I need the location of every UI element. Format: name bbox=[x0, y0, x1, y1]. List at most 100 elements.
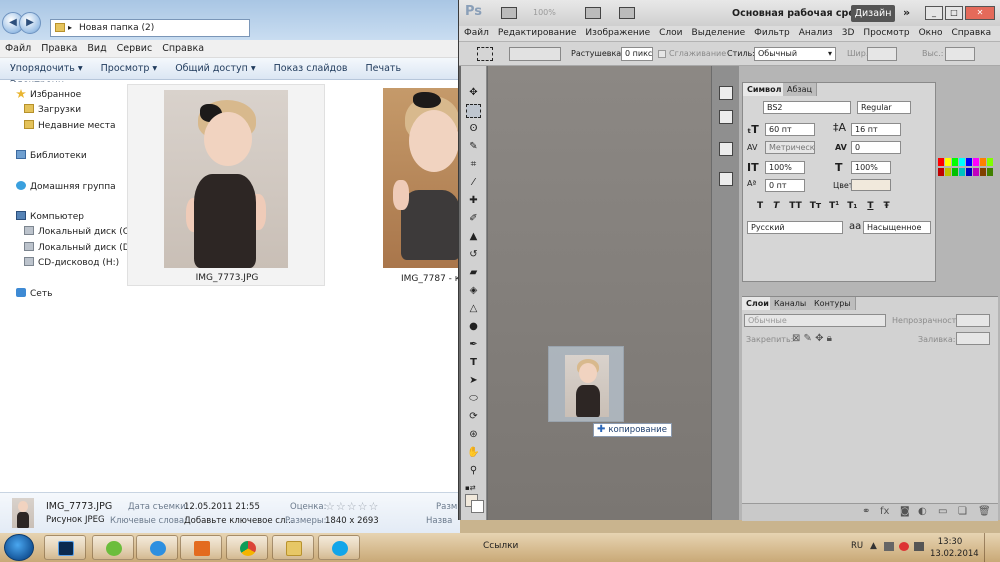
sidebar-item-disk-c[interactable]: Локальный диск (C bbox=[24, 225, 129, 239]
hand-tool-icon[interactable]: ✋ bbox=[466, 446, 481, 460]
font-family-select[interactable]: BS2 bbox=[763, 101, 851, 114]
color-swatch[interactable] bbox=[966, 168, 972, 176]
close-icon[interactable]: ✕ bbox=[965, 6, 995, 20]
feather-input[interactable]: 0 пикс. bbox=[621, 47, 653, 61]
menu-view[interactable]: Вид bbox=[82, 40, 111, 54]
taskbar-skype[interactable] bbox=[318, 535, 360, 560]
fill-input[interactable] bbox=[956, 332, 990, 345]
text-color-swatch[interactable] bbox=[851, 179, 891, 191]
menu-select[interactable]: Выделение bbox=[687, 26, 750, 38]
menu-tools[interactable]: Сервис bbox=[112, 40, 158, 54]
antialias-checkbox[interactable] bbox=[658, 50, 666, 58]
file-tile[interactable]: IMG_7787 - ко bbox=[383, 88, 460, 284]
taskbar-downloader[interactable] bbox=[92, 535, 134, 560]
adjustment-layer-icon[interactable]: ◐ bbox=[918, 506, 927, 517]
blur-tool-icon[interactable]: △ bbox=[466, 302, 481, 316]
delete-layer-icon[interactable]: 🗑︎ bbox=[978, 506, 991, 517]
marquee-tool-preset-icon[interactable] bbox=[477, 47, 493, 61]
share-button[interactable]: Общий доступ ▾ bbox=[165, 58, 263, 74]
paint-bucket-icon[interactable]: ◈ bbox=[466, 284, 481, 298]
sidebar-item-homegroup[interactable]: Домашняя группа bbox=[16, 180, 116, 194]
organize-button[interactable]: Упорядочить ▾ bbox=[0, 58, 91, 74]
bridge-icon[interactable] bbox=[501, 7, 517, 19]
move-tool-icon[interactable]: ✥ bbox=[466, 86, 481, 100]
more-workspaces-icon[interactable]: » bbox=[903, 6, 910, 19]
address-bar[interactable]: ▸ Новая папка (2) bbox=[50, 19, 250, 37]
horizontal-scale-input[interactable]: 100% bbox=[851, 161, 891, 174]
menu-analysis[interactable]: Анализ bbox=[794, 26, 837, 38]
all-caps-button[interactable]: TT bbox=[789, 201, 802, 211]
menu-image[interactable]: Изображение bbox=[580, 26, 654, 38]
swatches-panel[interactable] bbox=[938, 158, 998, 192]
keywords-value[interactable]: Добавьте ключевое сл... bbox=[184, 516, 294, 526]
start-button[interactable] bbox=[4, 534, 34, 561]
history-panel-icon[interactable] bbox=[719, 86, 733, 100]
baseline-shift-input[interactable]: 0 пт bbox=[765, 179, 805, 192]
history-brush-icon[interactable]: ↺ bbox=[466, 248, 481, 262]
shape-tool-icon[interactable]: ⬭ bbox=[466, 392, 481, 406]
actions-panel-icon[interactable] bbox=[719, 110, 733, 124]
clock[interactable]: 13:30 13.02.2014 bbox=[930, 536, 979, 560]
taskbar-chrome[interactable] bbox=[226, 535, 268, 560]
fx-icon[interactable]: fx bbox=[880, 506, 889, 517]
file-tile-selected[interactable]: IMG_7773.JPG bbox=[127, 84, 325, 286]
sidebar-item-recent[interactable]: Недавние места bbox=[24, 119, 116, 133]
underline-button[interactable]: T bbox=[867, 201, 873, 211]
default-colors-icon[interactable]: ▪⇄ bbox=[465, 484, 476, 492]
sidebar-item-cd[interactable]: CD-дисковод (H:) bbox=[24, 256, 119, 270]
color-swatch[interactable] bbox=[945, 158, 951, 166]
language-select[interactable]: Русский bbox=[747, 221, 843, 234]
font-size-input[interactable]: 60 пт bbox=[765, 123, 815, 136]
subscript-button[interactable]: T₁ bbox=[847, 201, 857, 211]
vertical-scale-input[interactable]: 100% bbox=[765, 161, 805, 174]
color-swatch[interactable] bbox=[938, 158, 944, 166]
menu-view[interactable]: Просмотр bbox=[858, 26, 913, 38]
design-workspace-button[interactable]: Дизайн bbox=[851, 5, 895, 22]
print-button[interactable]: Печать bbox=[355, 58, 409, 74]
font-style-select[interactable]: Regular bbox=[857, 101, 911, 114]
menu-edit[interactable]: Правка bbox=[36, 40, 82, 54]
menu-file[interactable]: Файл bbox=[0, 40, 36, 54]
sidebar-item-libraries[interactable]: Библиотеки bbox=[16, 149, 87, 163]
menu-help[interactable]: Справка bbox=[946, 26, 995, 38]
superscript-button[interactable]: T¹ bbox=[829, 201, 839, 211]
leading-input[interactable]: 16 пт bbox=[851, 123, 901, 136]
brush-tool-icon[interactable]: ✐ bbox=[466, 212, 481, 226]
kerning-input[interactable]: Метрическ bbox=[765, 141, 815, 154]
new-layer-icon[interactable]: ❏ bbox=[958, 506, 967, 517]
small-caps-button[interactable]: Tт bbox=[810, 201, 821, 211]
color-swatch[interactable] bbox=[938, 168, 944, 176]
link-layers-icon[interactable]: ⚭ bbox=[862, 506, 870, 517]
color-swatch[interactable] bbox=[973, 158, 979, 166]
lock-icons[interactable]: ⊠ ✎ ✥ 🔒︎ bbox=[792, 333, 832, 344]
tray-arrow-icon[interactable]: ▲ bbox=[870, 541, 877, 551]
workspace-name[interactable]: Основная рабочая среда bbox=[732, 8, 869, 19]
pen-tool-icon[interactable]: ✒ bbox=[466, 338, 481, 352]
menu-filter[interactable]: Фильтр bbox=[749, 26, 794, 38]
eraser-tool-icon[interactable]: ▰ bbox=[466, 266, 481, 280]
tab-paragraph[interactable]: Абзац bbox=[783, 83, 818, 96]
sidebar-item-downloads[interactable]: Загрузки bbox=[24, 103, 81, 117]
language-indicator[interactable]: RU bbox=[851, 541, 863, 551]
tab-channels[interactable]: Каналы bbox=[770, 297, 812, 310]
tab-character[interactable]: Символ bbox=[743, 83, 787, 96]
show-desktop-button[interactable] bbox=[984, 533, 1000, 562]
menu-help[interactable]: Справка bbox=[157, 40, 209, 54]
faux-italic-button[interactable]: T bbox=[773, 201, 779, 211]
opacity-input[interactable] bbox=[956, 314, 990, 327]
color-swatch[interactable] bbox=[952, 168, 958, 176]
new-group-icon[interactable]: ▭ bbox=[938, 506, 947, 517]
background-color-swatch[interactable] bbox=[471, 500, 484, 513]
menu-window[interactable]: Окно bbox=[914, 26, 947, 38]
color-swatch[interactable] bbox=[980, 168, 986, 176]
slideshow-button[interactable]: Показ слайдов bbox=[264, 58, 356, 74]
path-select-icon[interactable]: ➤ bbox=[466, 374, 481, 388]
sidebar-item-network[interactable]: Сеть bbox=[16, 287, 52, 301]
minimize-icon[interactable]: _ bbox=[925, 6, 943, 20]
dodge-tool-icon[interactable]: ● bbox=[466, 320, 481, 334]
style-select[interactable]: Обычный ▾ bbox=[754, 47, 836, 61]
rating-stars[interactable]: ☆☆☆☆☆ bbox=[325, 500, 379, 513]
volume-icon[interactable] bbox=[914, 542, 924, 551]
character-panel-icon[interactable] bbox=[719, 142, 733, 156]
action-center-icon[interactable] bbox=[899, 542, 909, 551]
